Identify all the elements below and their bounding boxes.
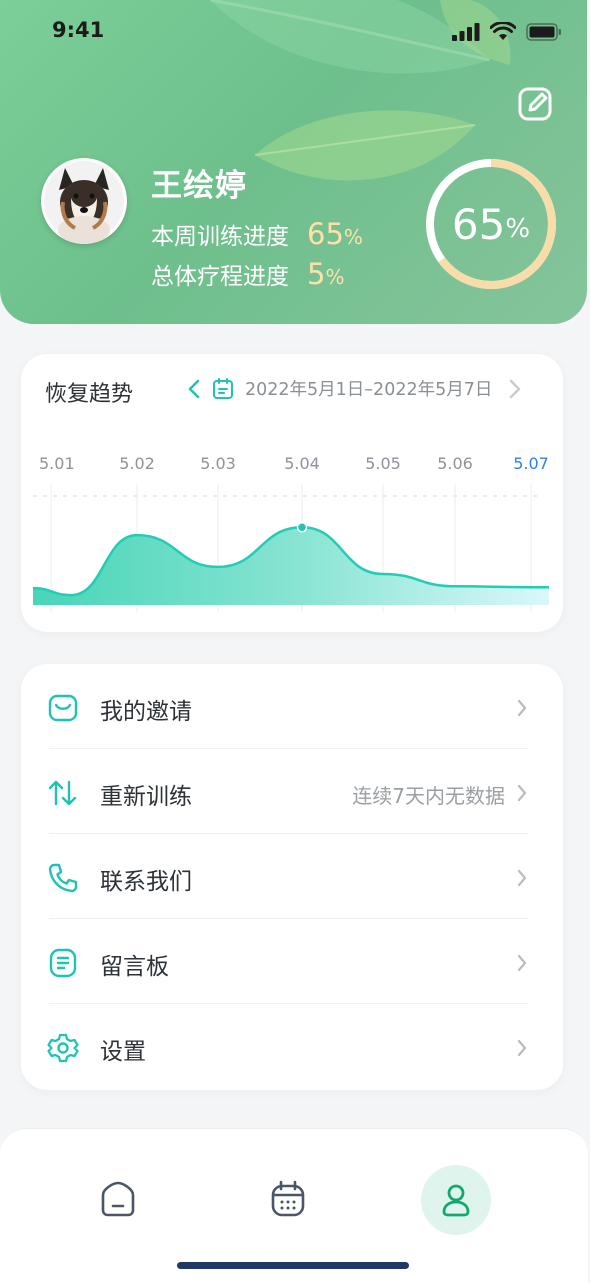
avatar[interactable] bbox=[41, 158, 127, 244]
menu-item-contact[interactable]: 联系我们 bbox=[21, 834, 563, 919]
tab-calendar[interactable] bbox=[253, 1165, 323, 1235]
menu-item-invitations[interactable]: 我的邀请 bbox=[21, 664, 563, 749]
menu-item-label: 重新训练 bbox=[100, 784, 192, 810]
x-tick-label: 5.06 bbox=[437, 454, 473, 473]
home-indicator bbox=[177, 1262, 409, 1269]
progress-ring-value: 65% bbox=[451, 199, 531, 249]
menu-item-message-board[interactable]: 留言板 bbox=[21, 919, 563, 1004]
signal-icon bbox=[452, 22, 480, 41]
date-navigator: 2022年5月1日–2022年5月7日 bbox=[187, 376, 522, 401]
tab-profile[interactable] bbox=[421, 1165, 491, 1235]
calendar-icon bbox=[271, 1180, 305, 1217]
date-range[interactable]: 2022年5月1日–2022年5月7日 bbox=[245, 376, 492, 401]
x-tick-label: 5.04 bbox=[284, 454, 320, 473]
avatar-dog-image bbox=[44, 161, 124, 244]
overall-progress-label: 总体疗程进度 bbox=[151, 264, 289, 290]
trend-title: 恢复趋势 bbox=[45, 382, 134, 407]
edit-icon[interactable] bbox=[515, 84, 555, 124]
menu-item-label: 设置 bbox=[100, 1039, 146, 1065]
status-bar: 9:41 bbox=[0, 0, 590, 64]
weekly-progress-value: 65% bbox=[307, 217, 363, 251]
menu-item-label: 我的邀请 bbox=[100, 699, 192, 725]
menu-item-retrain[interactable]: 重新训练 连续7天内无数据 bbox=[21, 749, 563, 834]
x-tick-label: 5.05 bbox=[365, 454, 401, 473]
swap-arrows-icon bbox=[48, 780, 77, 806]
gear-icon bbox=[47, 1033, 79, 1063]
chevron-right-icon bbox=[517, 699, 527, 717]
user-icon bbox=[442, 1184, 470, 1217]
calendar-icon[interactable] bbox=[211, 377, 235, 401]
x-tick-label: 5.03 bbox=[200, 454, 236, 473]
tab-home[interactable] bbox=[83, 1165, 153, 1235]
trend-area bbox=[33, 527, 549, 605]
battery-icon bbox=[526, 22, 561, 41]
message-board-icon bbox=[49, 948, 77, 978]
highlighted-point bbox=[296, 521, 308, 533]
recovery-trend-card: 恢复趋势 2022年5月1日–2022年5月7日 5.01 5.02 5.03 5.0… bbox=[21, 354, 563, 632]
menu-item-value: 连续7天内无数据 bbox=[352, 784, 505, 808]
home-icon bbox=[101, 1181, 135, 1217]
overall-progress-value: 655% bbox=[307, 257, 345, 291]
x-tick-label: 5.02 bbox=[119, 454, 155, 473]
chevron-right-icon bbox=[517, 784, 527, 802]
chevron-right-icon bbox=[517, 954, 527, 972]
menu-item-label: 留言板 bbox=[100, 954, 169, 980]
chevron-right-icon bbox=[517, 1039, 527, 1057]
x-tick-label: 5.01 bbox=[39, 454, 75, 473]
overall-progress-row: 总体疗程进度 655% bbox=[151, 257, 344, 291]
status-icons bbox=[452, 22, 562, 41]
user-name: 王绘婷 bbox=[151, 168, 247, 204]
bottom-tab-bar bbox=[0, 1128, 588, 1283]
wifi-icon bbox=[490, 22, 516, 40]
phone-icon bbox=[48, 863, 78, 893]
menu-card: 我的邀请 重新训练 连续7天内无数据 联系我们 留言板 设置 bbox=[21, 664, 563, 1090]
chevron-left-icon[interactable] bbox=[187, 378, 201, 400]
chevron-right-icon bbox=[517, 869, 527, 887]
x-tick-label: 5.07 bbox=[513, 454, 549, 473]
mail-icon bbox=[48, 694, 78, 722]
menu-item-label: 联系我们 bbox=[100, 869, 192, 895]
chevron-right-icon[interactable] bbox=[508, 378, 522, 400]
status-time: 9:41 bbox=[52, 18, 105, 42]
weekly-progress-row: 本周训练进度 65% bbox=[151, 217, 363, 251]
menu-item-settings[interactable]: 设置 bbox=[21, 1004, 563, 1089]
recovery-trend-chart: 5.01 5.02 5.03 5.04 5.05 5.06 5.07 bbox=[32, 454, 549, 612]
weekly-progress-label: 本周训练进度 bbox=[151, 224, 289, 250]
